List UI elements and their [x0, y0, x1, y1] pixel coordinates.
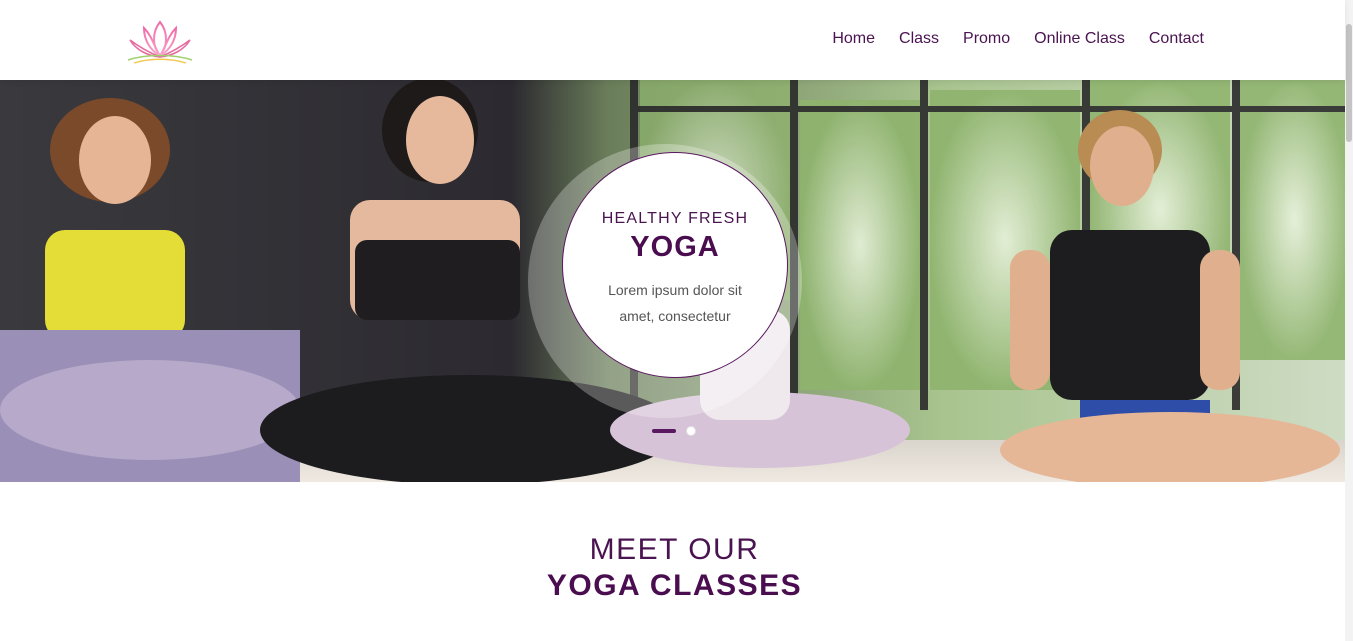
main-nav: Home Class Promo Online Class Contact — [808, 29, 1204, 49]
nav-contact[interactable]: Contact — [1149, 29, 1204, 49]
nav-class[interactable]: Class — [899, 29, 939, 49]
page-scrollbar[interactable] — [1345, 0, 1353, 641]
hero-banner: HEALTHY FRESH YOGA Lorem ipsum dolor sit… — [0, 80, 1349, 482]
carousel-dot-active[interactable] — [652, 429, 676, 433]
badge-subtitle: HEALTHY FRESH — [601, 210, 749, 227]
carousel-dot[interactable] — [686, 426, 696, 436]
lotus-logo-icon[interactable] — [124, 16, 196, 66]
nav-online-class[interactable]: Online Class — [1034, 29, 1125, 49]
carousel-indicators — [652, 425, 696, 437]
classes-section-heading: MEET OUR YOGA CLASSES — [0, 532, 1349, 604]
scrollbar-thumb[interactable] — [1346, 24, 1352, 142]
section-title-line2: YOGA CLASSES — [546, 569, 803, 602]
section-title-line1: MEET OUR — [589, 533, 760, 566]
hero-badge: HEALTHY FRESH YOGA Lorem ipsum dolor sit… — [562, 152, 788, 378]
site-header: Home Class Promo Online Class Contact — [0, 0, 1345, 80]
badge-text: Lorem ipsum dolor sit amet, consectetur — [608, 282, 742, 324]
badge-title: YOGA — [630, 231, 720, 263]
nav-home[interactable]: Home — [832, 29, 875, 49]
nav-promo[interactable]: Promo — [963, 29, 1010, 49]
